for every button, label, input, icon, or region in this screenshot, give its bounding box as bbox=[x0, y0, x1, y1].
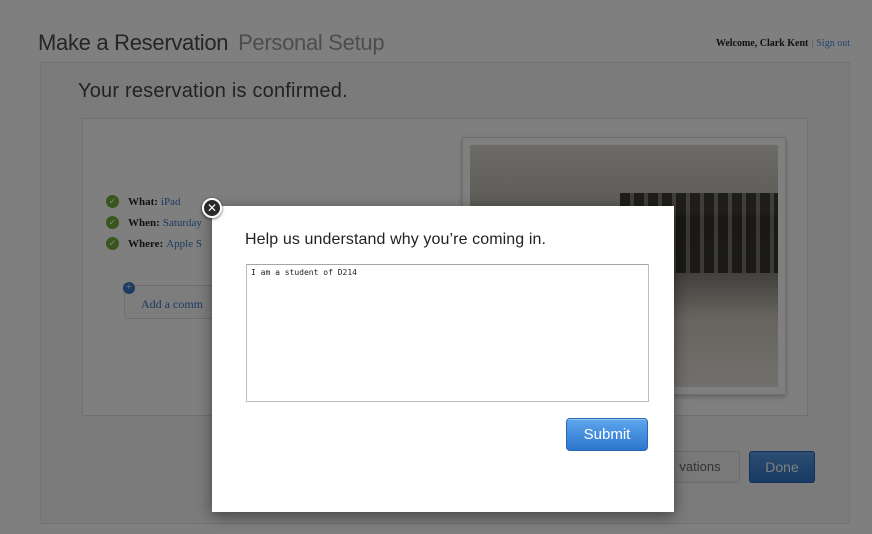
comment-textarea[interactable] bbox=[246, 264, 649, 402]
modal-heading: Help us understand why you’re coming in. bbox=[245, 231, 547, 248]
submit-button[interactable]: Submit bbox=[566, 418, 648, 451]
close-icon[interactable]: ✕ bbox=[202, 198, 222, 218]
comment-modal: Help us understand why you’re coming in.… bbox=[212, 206, 674, 512]
